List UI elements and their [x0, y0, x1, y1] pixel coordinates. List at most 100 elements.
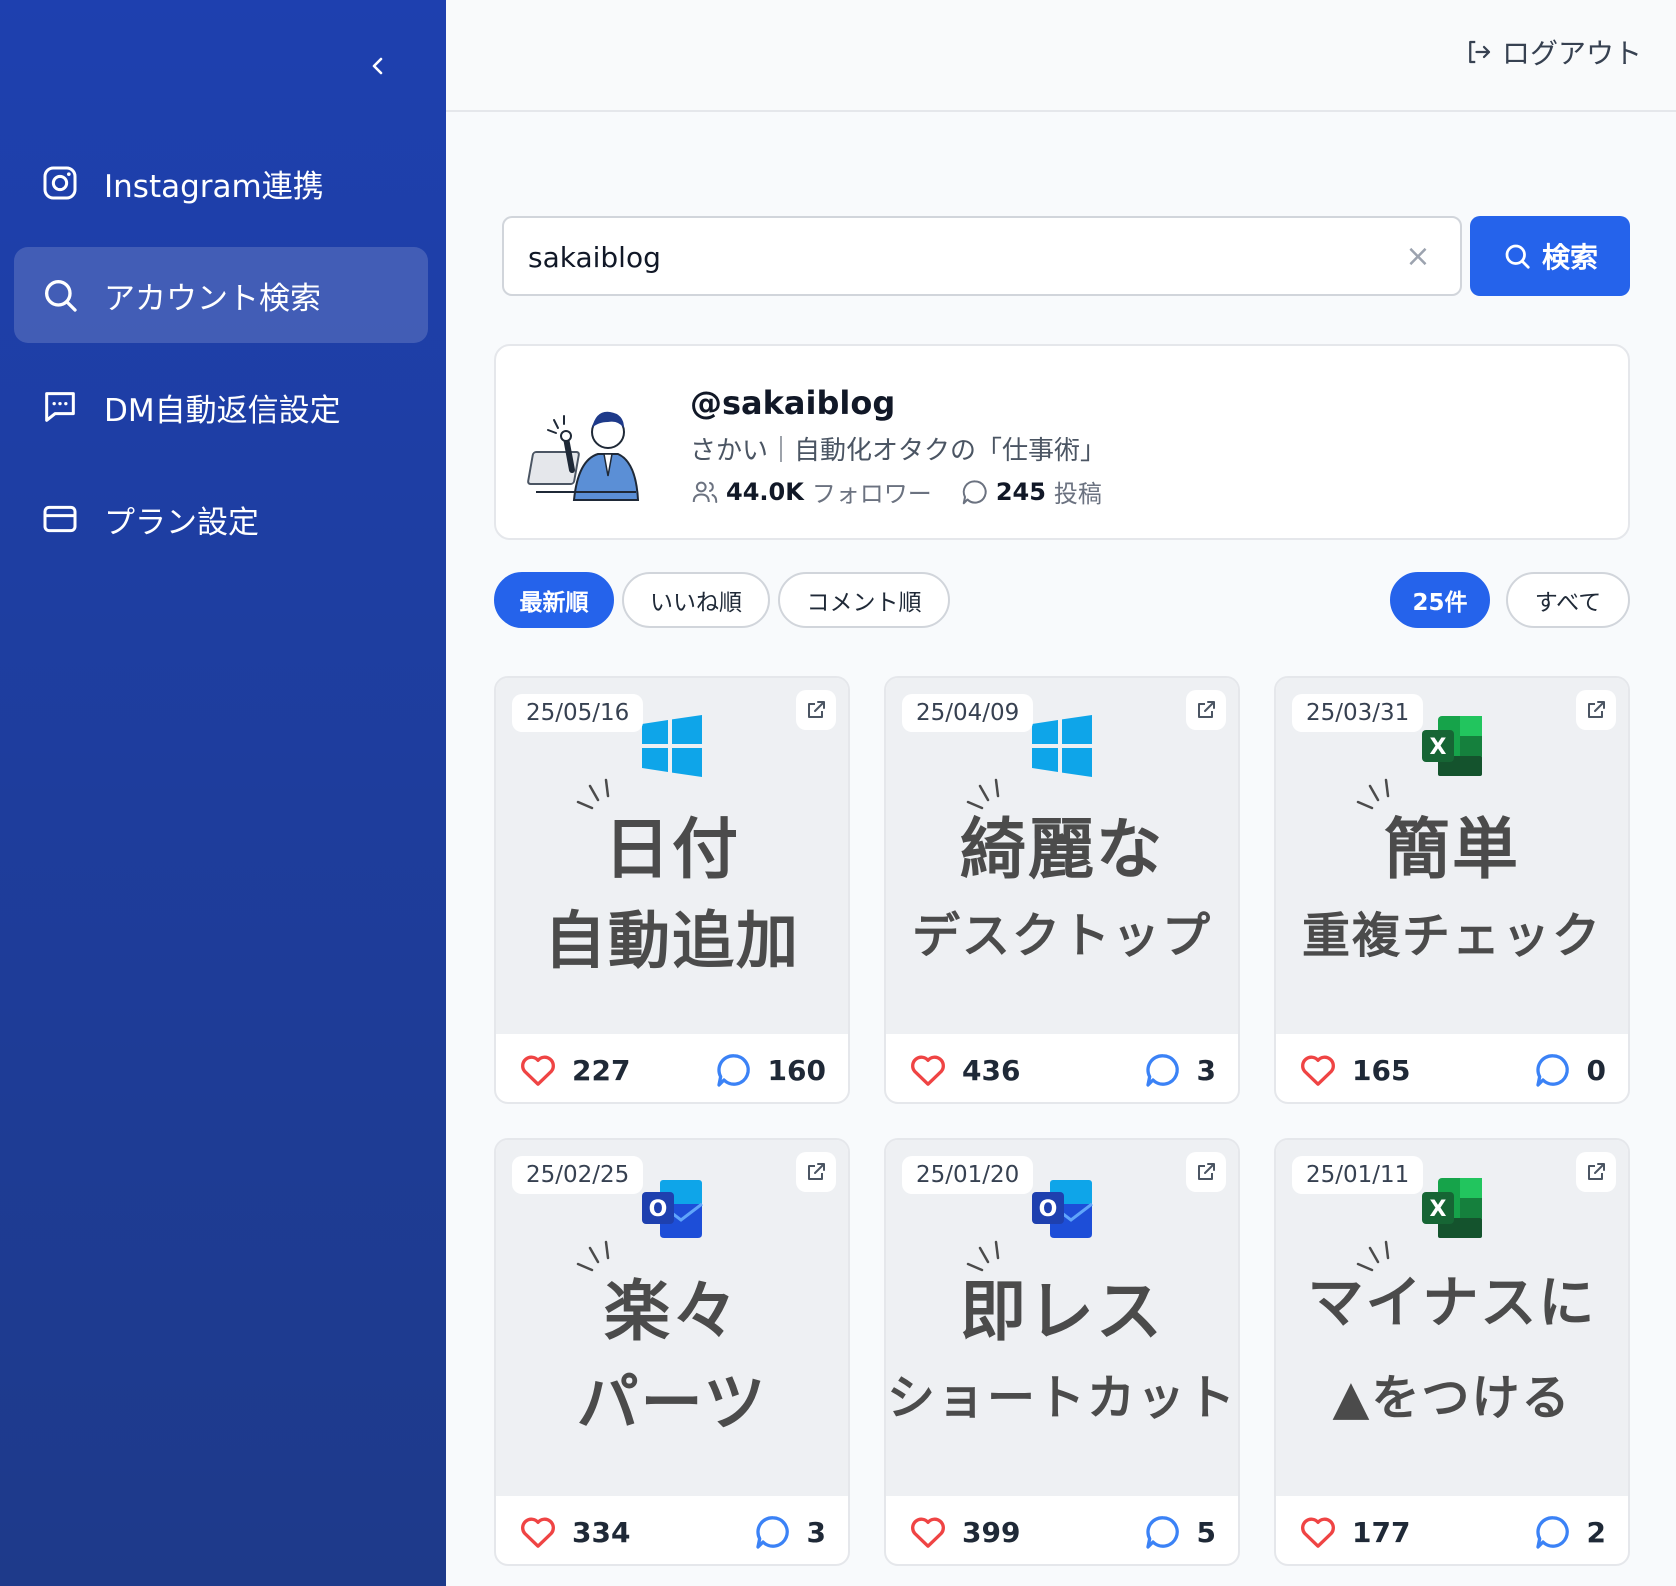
followers-label: フォロワー [811, 480, 932, 508]
comment-icon [1143, 1050, 1183, 1090]
post-title-line1: マイナスに [1307, 1271, 1597, 1336]
post-thumbnail[interactable]: 25/01/20 即レス ショートカット [886, 1140, 1238, 1496]
sidebar-item-plan[interactable]: プラン設定 [14, 471, 428, 567]
post-thumbnail[interactable]: 25/05/16 日付自動追加 [496, 678, 848, 1034]
sort-likes-button[interactable]: いいね順 [622, 572, 770, 628]
comments-count: 3 [1196, 1053, 1216, 1087]
sidebar-item-label: DM自動返信設定 [104, 392, 341, 429]
open-external-button[interactable] [1576, 690, 1616, 730]
post-card[interactable]: 25/01/20 即レス ショートカット 399 5 [884, 1138, 1240, 1566]
external-link-icon [804, 1160, 828, 1184]
post-title-line1: 日付 [604, 811, 740, 888]
comment-icon [1533, 1050, 1573, 1090]
post-stats: 436 3 [886, 1034, 1238, 1102]
clear-search-button[interactable]: × [1400, 238, 1436, 274]
outlook-icon [640, 1176, 704, 1240]
post-date: 25/03/31 [1292, 694, 1424, 732]
sidebar-item-label: Instagram連携 [104, 168, 324, 205]
windows-icon [1030, 714, 1094, 778]
collapse-sidebar-button[interactable] [358, 46, 398, 86]
instagram-icon [38, 161, 82, 205]
post-stats: 399 5 [886, 1496, 1238, 1564]
profile-card: @sakaiblog さかい｜自動化オタクの「仕事術」 44.0K フォロワー … [494, 344, 1630, 540]
outlook-icon [1030, 1176, 1094, 1240]
logout-icon [1469, 40, 1491, 64]
count-25-button[interactable]: 25件 [1390, 572, 1490, 628]
sidebar-item-instagram[interactable]: Instagram連携 [14, 135, 428, 231]
post-thumbnail[interactable]: 25/04/09 綺麗な デスクトップ [886, 678, 1238, 1034]
heart-icon [518, 1512, 558, 1552]
external-link-icon [1194, 698, 1218, 722]
comments-count: 2 [1586, 1515, 1606, 1549]
likes-count: 165 [1352, 1053, 1411, 1087]
post-thumbnail[interactable]: 25/02/25 楽々パーツ [496, 1140, 848, 1496]
windows-icon [640, 714, 704, 778]
post-title-line1: 楽々 [604, 1273, 740, 1350]
logout-button[interactable]: ログアウト [1464, 32, 1642, 72]
post-card[interactable]: 25/01/11 マイナスに ▲をつける 177 2 [1274, 1138, 1630, 1566]
avatar [527, 411, 640, 501]
open-external-button[interactable] [1186, 690, 1226, 730]
post-card[interactable]: 25/04/09 綺麗な デスクトップ 436 3 [884, 676, 1240, 1104]
post-stats: 334 3 [496, 1496, 848, 1564]
heart-icon [908, 1050, 948, 1090]
chevron-left-icon [372, 57, 383, 75]
external-link-icon [1194, 1160, 1218, 1184]
external-link-icon [804, 698, 828, 722]
open-external-button[interactable] [1576, 1152, 1616, 1192]
logout-label: ログアウト [1501, 37, 1642, 70]
post-card[interactable]: 25/03/31 簡単重複チェック 165 0 [1274, 676, 1630, 1104]
open-external-button[interactable] [796, 1152, 836, 1192]
comment-icon [1533, 1512, 1573, 1552]
posts-count: 245 [995, 477, 1046, 506]
post-title-line1: 簡単 [1384, 811, 1520, 888]
post-title-line2: 重複チェック [1301, 908, 1602, 964]
comments-count: 160 [767, 1053, 826, 1087]
post-thumbnail[interactable]: 25/01/11 マイナスに ▲をつける [1276, 1140, 1628, 1496]
sidebar-item-dm-auto-reply[interactable]: DM自動返信設定 [14, 359, 428, 455]
external-link-icon [1584, 698, 1608, 722]
post-title-line1: 綺麗な [960, 811, 1164, 888]
open-external-button[interactable] [1186, 1152, 1226, 1192]
sort-latest-button[interactable]: 最新順 [494, 572, 614, 628]
post-title-line2: パーツ [576, 1366, 768, 1439]
comment-icon [753, 1512, 793, 1552]
profile-handle: @sakaiblog [690, 384, 896, 422]
heart-icon [908, 1512, 948, 1552]
search-input[interactable] [528, 232, 1368, 282]
excel-icon [1420, 1176, 1484, 1240]
post-date: 25/02/25 [512, 1156, 644, 1194]
search-button-label: 検索 [1541, 241, 1598, 274]
post-title-line2: デスクトップ [911, 908, 1212, 964]
sidebar-item-account-search[interactable]: アカウント検索 [14, 247, 428, 343]
post-date: 25/05/16 [512, 694, 644, 732]
sort-comments-button[interactable]: コメント順 [778, 572, 950, 628]
heart-icon [518, 1050, 558, 1090]
users-icon [692, 481, 718, 503]
post-thumbnail[interactable]: 25/03/31 簡単重複チェック [1276, 678, 1628, 1034]
post-title-line2: 自動追加 [543, 904, 800, 977]
count-all-button[interactable]: すべて [1506, 572, 1630, 628]
post-card[interactable]: 25/05/16 日付自動追加 227 160 [494, 676, 850, 1104]
sidebar-item-label: プラン設定 [104, 504, 259, 541]
post-stats: 227 160 [496, 1034, 848, 1102]
comment-icon [714, 1050, 754, 1090]
profile-bio: さかい｜自動化オタクの「仕事術」 [690, 436, 1107, 466]
credit-card-icon [38, 497, 82, 541]
search-box: × [502, 216, 1462, 296]
comments-count: 3 [806, 1515, 826, 1549]
likes-count: 177 [1352, 1515, 1411, 1549]
excel-icon [1420, 714, 1484, 778]
post-date: 25/01/20 [902, 1156, 1034, 1194]
post-date: 25/01/11 [1292, 1156, 1424, 1194]
post-stats: 177 2 [1276, 1496, 1628, 1564]
likes-count: 334 [572, 1515, 631, 1549]
post-stats: 165 0 [1276, 1034, 1628, 1102]
likes-count: 227 [572, 1053, 631, 1087]
posts-label: 投稿 [1053, 480, 1102, 508]
heart-icon [1298, 1050, 1338, 1090]
post-card[interactable]: 25/02/25 楽々パーツ 334 3 [494, 1138, 850, 1566]
search-button[interactable]: 検索 [1470, 216, 1630, 296]
open-external-button[interactable] [796, 690, 836, 730]
post-title-line2: ショートカット [886, 1370, 1237, 1426]
